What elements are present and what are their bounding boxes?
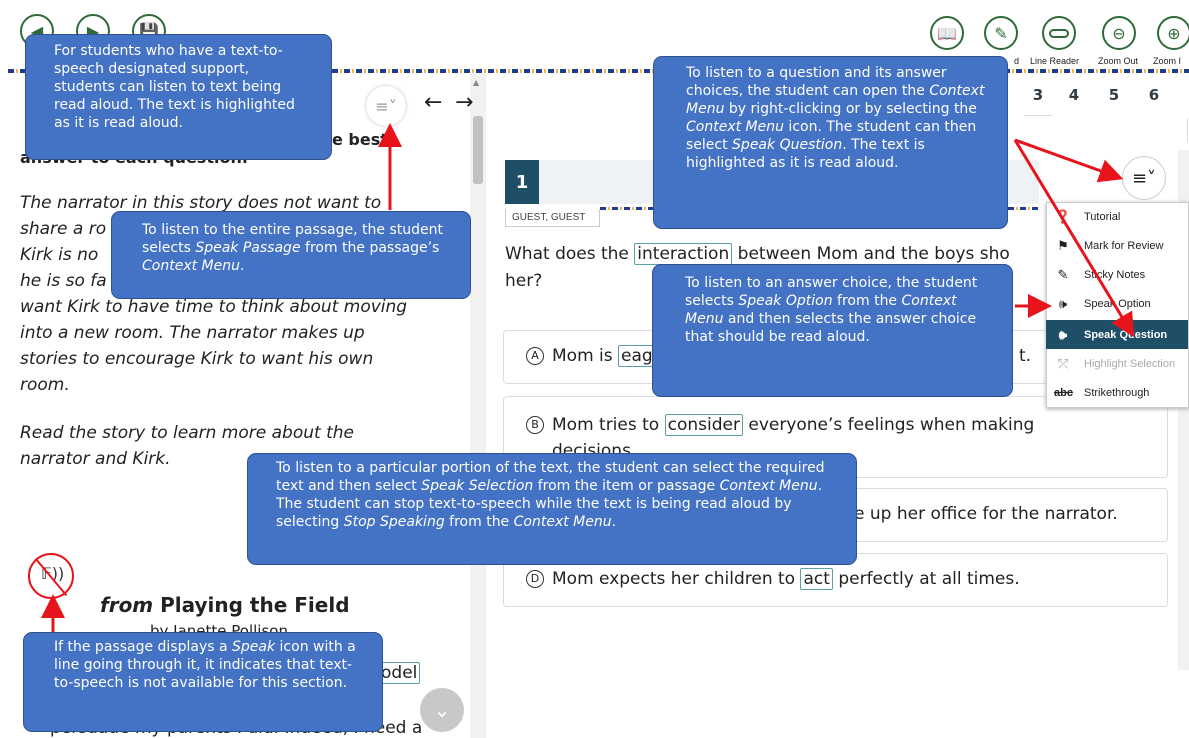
speaker-icon: 🕪	[1058, 295, 1068, 311]
passage-intro-line: Kirk is no	[20, 245, 99, 265]
passage-intro-line: room.	[20, 375, 70, 395]
option-letter: D	[526, 570, 544, 588]
line-reader-button[interactable]	[1042, 16, 1076, 50]
passage-intro-line: share a ro	[20, 219, 107, 239]
question-nav-3[interactable]: 3	[1024, 86, 1052, 116]
passage-read-line: narrator and Kirk.	[20, 449, 171, 469]
question-nav-underline	[1024, 118, 1188, 142]
title-from: from	[100, 593, 154, 617]
info-icon: ❓	[1054, 208, 1072, 224]
item-user-tag: GUEST, GUEST	[505, 209, 600, 227]
passage-title: from Playing the Field	[100, 593, 350, 617]
collapse-left-button[interactable]: ←	[424, 90, 442, 115]
menu-icon: ≡˅	[375, 96, 397, 116]
scroll-up-arrow[interactable]: ▲	[473, 78, 479, 87]
notepad-button[interactable]: ✎	[984, 16, 1018, 50]
callout-speak-question: To listen to a question and its answer c…	[653, 56, 1008, 229]
zoom-in-icon: ⊕	[1167, 23, 1181, 43]
menu-item-speak-question[interactable]: 🕪 Speak Question	[1046, 320, 1188, 349]
zoom-out-button[interactable]: ⊖	[1102, 16, 1136, 50]
question-nav-4[interactable]: 4	[1060, 86, 1088, 116]
passage-intro-line: want Kirk to have time to think about mo…	[20, 297, 408, 317]
passage-scrollbar[interactable]: ▲	[470, 74, 486, 738]
zoom-in-button[interactable]: ⊕	[1157, 16, 1189, 50]
expand-right-button[interactable]: →	[455, 90, 473, 115]
passage-intro-line: stories to encourage Kirk to want his ow…	[20, 349, 374, 369]
question-nav-6[interactable]: 6	[1140, 86, 1168, 116]
item-context-menu-button[interactable]: ≡˅	[1122, 156, 1166, 200]
callout-speak-selection: To listen to a particular portion of the…	[247, 453, 857, 565]
callout-speak-option: To listen to an answer choice, the stude…	[652, 264, 1013, 397]
passage-instruction-tail: e best	[332, 130, 388, 149]
passage-context-menu-button[interactable]: ≡˅	[366, 86, 406, 126]
passage-intro-line: he is so fa	[20, 271, 107, 291]
flag-icon: ⚑	[1057, 237, 1069, 253]
menu-icon: ≡˅	[1131, 167, 1157, 189]
highlighter-icon: ⤱	[1057, 355, 1069, 371]
scroll-thumb[interactable]	[473, 116, 483, 184]
callout-speak-passage: To listen to the entire passage, the stu…	[111, 211, 471, 299]
sticky-note-icon: ✎	[1057, 266, 1069, 282]
glossary-word[interactable]: interaction	[634, 243, 733, 265]
question-text-line2: her?	[505, 271, 543, 291]
menu-item-speak-option[interactable]: 🕪 Speak Option	[1046, 289, 1188, 318]
chevron-down-icon: ⌄	[433, 698, 451, 722]
option-a-tail: t.	[1019, 346, 1032, 366]
strikethrough-icon: abc	[1054, 386, 1073, 399]
zoom-out-label: Zoom Out	[1098, 56, 1139, 66]
line-reader-label: Line Reader	[1030, 56, 1080, 66]
book-icon: 📖	[937, 23, 957, 43]
zoom-in-label: Zoom I	[1153, 56, 1182, 66]
notepad-icon: ✎	[994, 23, 1008, 43]
passage-read-line: Read the story to learn more about the	[20, 423, 354, 443]
item-number-badge: 1	[505, 160, 539, 204]
menu-item-tutorial[interactable]: ❓ Tutorial	[1046, 202, 1188, 231]
option-c-tail: e up her office for the narrator.	[854, 504, 1118, 524]
speaker-icon: 🕪	[1058, 326, 1068, 342]
line-reader-icon	[1049, 28, 1069, 38]
option-letter: A	[526, 347, 544, 365]
menu-item-mark-for-review[interactable]: ⚑ Mark for Review	[1046, 231, 1188, 260]
zoom-out-icon: ⊖	[1112, 23, 1126, 43]
question-text: What does the interaction between Mom an…	[505, 243, 1010, 265]
menu-item-highlight-selection[interactable]: ⤱ Highlight Selection	[1046, 349, 1188, 378]
global-notes-button[interactable]: 📖	[930, 16, 964, 50]
speak-disabled-icon: 𝔽))	[28, 553, 74, 599]
callout-speak-disabled: If the passage displays a Speak icon wit…	[23, 632, 383, 732]
title-main: Playing the Field	[160, 593, 350, 617]
scroll-down-button[interactable]: ⌄	[420, 688, 464, 732]
passage-intro-line: into a new room. The narrator makes up	[20, 323, 365, 343]
option-letter: B	[526, 416, 544, 434]
question-nav-5[interactable]: 5	[1100, 86, 1128, 116]
menu-item-sticky-notes[interactable]: ✎ Sticky Notes	[1046, 260, 1188, 289]
callout-tts-support: For students who have a text-to-speech d…	[25, 34, 332, 160]
menu-item-strikethrough[interactable]: abc Strikethrough	[1046, 378, 1188, 407]
passage-model-word: odel	[378, 662, 421, 684]
notepad-label: d	[1014, 56, 1020, 66]
